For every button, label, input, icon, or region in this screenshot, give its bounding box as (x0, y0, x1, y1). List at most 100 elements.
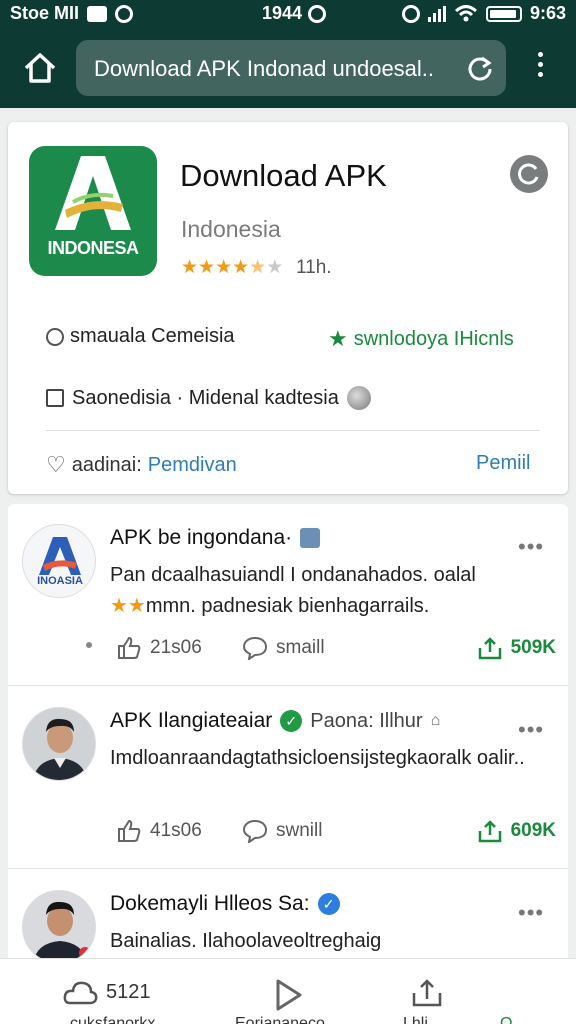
more-horiz-icon[interactable]: ••• (518, 717, 544, 743)
bullet-dot (86, 642, 92, 648)
upload-icon (412, 979, 442, 1007)
feed-post[interactable]: INOASIA APK be ingondana· ••• Pan dcaalh… (8, 504, 568, 686)
logo-text: INDONESA (47, 238, 139, 258)
detail-row: Saonedisia · Midenal kadtesia (46, 386, 371, 410)
wifi-icon (454, 4, 477, 21)
nav-item-share-label: Lhli (403, 1015, 428, 1024)
like-action[interactable]: 41s06 (116, 819, 202, 843)
verified-icon: ✓ (317, 893, 340, 915)
post-title: Dokemayli Hlleos Sa: ✓ (110, 892, 340, 916)
share-icon (478, 820, 501, 843)
post-title: APK be ingondana· (110, 526, 321, 550)
info-right[interactable]: ★ swnlodoya IHicnls (328, 326, 514, 352)
nav-item-extra-label[interactable]: Q (500, 1015, 512, 1024)
avatar-text: INOASIA (37, 575, 83, 587)
footer-left: ♡ aadinai: Pemdivan (46, 452, 237, 478)
detail-text: Saonedisia · Midenal kadtesia (72, 386, 339, 409)
more-vert-icon[interactable] (530, 52, 550, 84)
footer-label: aadinai: (71, 453, 142, 476)
comment-label: swnill (276, 820, 323, 841)
post-body-line1: Pan dcaalhasuiandl I ondanahados. oalal (110, 564, 476, 586)
nav-item-community-value: 5121 (106, 980, 151, 1003)
app-title: Download APK (180, 158, 387, 193)
url-bar[interactable]: Download APK Indonad undoesal.. (76, 40, 506, 96)
like-action[interactable]: 21s06 (116, 636, 202, 660)
status-center-text: 1944 (262, 3, 303, 23)
bottom-nav: 5121 cuksfanorkx Eoriananeco Lhli Q (0, 958, 576, 1024)
post-actions: 41s06 swnill 609K (86, 817, 556, 849)
comment-action[interactable]: swnill (242, 819, 322, 843)
like-count: 41s06 (150, 820, 202, 841)
emoji-icon (346, 386, 371, 410)
post-actions: 21s06 smaill 509K (86, 634, 556, 666)
nav-item-share[interactable] (410, 977, 444, 1009)
star-icon: ★ (328, 326, 348, 351)
avatar[interactable] (22, 890, 96, 964)
nav-item-community-label: cuksfanorkx (70, 1015, 156, 1024)
verified-icon: ✓ (280, 710, 303, 732)
more-horiz-icon[interactable]: ••• (518, 900, 544, 926)
footer-right-link[interactable]: Pemiil (476, 452, 530, 475)
share-action[interactable]: 609K (477, 819, 556, 843)
post-title-text: APK Ilangiateaiar (110, 709, 273, 732)
post-title-text: APK be ingondana· (110, 526, 293, 549)
like-count: 21s06 (150, 637, 202, 658)
info-right-text: swnlodoya IHicnls (353, 327, 514, 350)
nav-item-play-label: Eoriananeco (235, 1015, 325, 1024)
comment-action[interactable]: smaill (242, 636, 325, 660)
home-icon[interactable] (22, 50, 58, 86)
post-body-line2: mmn. padnesiak bienhagarrails. (145, 595, 430, 617)
battery-icon (485, 5, 522, 22)
comment-label: smaill (276, 637, 325, 658)
more-horiz-icon[interactable]: ••• (518, 534, 544, 560)
post-title: APK Ilangiateaiar ✓ Paona: Illhur ⌂ (110, 709, 440, 733)
alarm-icon (308, 4, 327, 23)
image-notification-icon (87, 5, 108, 22)
rating-stars: ★★★★★★ (181, 257, 284, 278)
feed-post[interactable]: APK Ilangiateaiar ✓ Paona: Illhur ⌂ ••• … (8, 687, 568, 869)
logo-a-icon (55, 156, 131, 230)
post-title-text: Dokemayli Hlleos Sa: (110, 892, 310, 915)
app-logo[interactable]: INDONESA (29, 146, 157, 276)
share-action[interactable]: 509K (477, 636, 556, 660)
post-body: Imdloanraandagtathsicloensijstegkaoralk … (110, 747, 525, 769)
sync-notification-icon (115, 4, 134, 23)
footer-link[interactable]: Pemdivan (148, 454, 237, 477)
post-body-stars: ★★ (110, 595, 146, 617)
avatar[interactable] (22, 707, 96, 781)
rating-count: 11h. (296, 257, 332, 278)
app-card: INDONESA Download APK Indonesia ★★★★★★ 1… (8, 122, 568, 494)
post-body: Pan dcaalhasuiandl I ondanahados. oalal … (110, 560, 540, 622)
checkbox[interactable] (46, 389, 64, 407)
nav-item-play[interactable] (270, 977, 306, 1013)
browser-header: Stoe MII 1944 9:63 Download APK Indonad … (0, 0, 576, 108)
thumbs-up-icon (118, 819, 141, 842)
comment-icon (242, 819, 268, 843)
reload-icon[interactable] (466, 54, 494, 82)
info-left-text: smauala Cemeisia (70, 325, 235, 347)
circle-icon (46, 327, 64, 346)
share-icon (478, 637, 501, 660)
avatar[interactable]: INOASIA (22, 524, 96, 598)
thumbs-up-icon (118, 636, 141, 659)
play-icon (276, 979, 302, 1011)
info-left: smauala Cemeisia (46, 325, 235, 348)
feed: INOASIA APK be ingondana· ••• Pan dcaalh… (8, 504, 568, 974)
tag-icon (300, 528, 321, 548)
heart-icon[interactable]: ♡ (46, 452, 66, 478)
share-count: 609K (510, 820, 556, 841)
cloud-user-icon (63, 981, 98, 1005)
signal-icon (427, 5, 446, 22)
url-text[interactable]: Download APK Indonad undoesal.. (94, 56, 454, 82)
location-icon (401, 4, 420, 23)
status-bar: Stoe MII 1944 9:63 (0, 0, 576, 28)
refresh-icon[interactable] (510, 155, 548, 193)
comment-icon (242, 636, 268, 660)
share-count: 509K (510, 637, 556, 658)
nav-item-community[interactable]: 5121 (62, 977, 151, 1007)
post-body: Bainalias. Ilahoolaveoltreghaig (110, 930, 382, 952)
post-meta: Paona: Illhur (310, 709, 423, 732)
app-subtitle: Indonesia (181, 216, 281, 242)
lock-icon: ⌂ (430, 712, 441, 729)
divider (46, 430, 540, 431)
